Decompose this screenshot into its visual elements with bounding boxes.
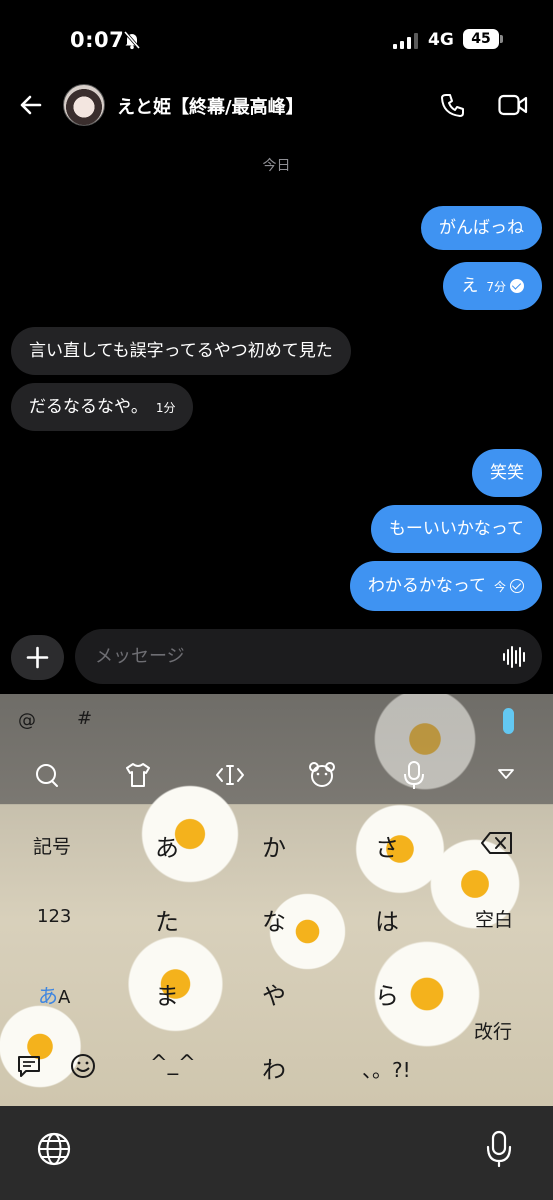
microphone-icon[interactable]	[404, 760, 424, 790]
kana-na-key[interactable]: な	[262, 902, 286, 937]
dictation-microphone-icon[interactable]	[486, 1130, 512, 1168]
message-text: 言い直しても誤字ってるやつ初めて見た	[29, 341, 333, 361]
sent-check-icon	[510, 579, 524, 593]
kana-ka-key[interactable]: か	[262, 828, 286, 863]
cellular-signal-icon	[393, 33, 418, 49]
kana-ta-key[interactable]: た	[155, 902, 179, 937]
punctuation-key[interactable]: 、。?!	[362, 1054, 411, 1083]
kana-ha-key[interactable]: は	[375, 902, 399, 937]
message-bubble-outgoing[interactable]: 笑笑	[472, 449, 542, 497]
message-bubble-outgoing[interactable]: わかるかなって今	[349, 561, 542, 611]
chat-bubble-icon[interactable]	[16, 1054, 42, 1078]
status-time: 0:07	[70, 28, 125, 52]
message-bubble-incoming[interactable]: 言い直しても誤字ってるやつ初めて見た	[11, 327, 351, 375]
search-chat-icon[interactable]	[34, 762, 60, 788]
message-text: わかるかなって	[367, 576, 486, 596]
message-text: 笑笑	[490, 463, 524, 483]
message-bubble-outgoing[interactable]: がんばっね	[421, 206, 542, 250]
bell-muted-icon	[123, 31, 141, 50]
message-text: がんばっね	[439, 218, 524, 238]
kana-alpha-toggle-key[interactable]: あA	[38, 980, 70, 1009]
bear-sticker-icon[interactable]	[308, 760, 336, 788]
kana-a-key[interactable]: あ	[155, 828, 179, 863]
battery-indicator: 45	[463, 29, 499, 49]
daisy-decoration	[130, 779, 250, 889]
kana-label: あ	[38, 984, 58, 1008]
kana-ya-key[interactable]: や	[262, 976, 286, 1011]
plus-icon	[26, 646, 49, 669]
message-bubble-outgoing[interactable]: え 7分	[443, 262, 542, 310]
message-bubble-incoming[interactable]: だるなるなや。 1分	[11, 383, 194, 431]
keyboard: @ # 記号 あ か さ 123 た な は 空白 あA ま や ら 改行 ^_…	[0, 694, 553, 1106]
message-input[interactable]	[75, 629, 542, 684]
network-type: 4G	[428, 30, 454, 50]
kana-sa-key[interactable]: さ	[375, 828, 399, 863]
enter-key[interactable]: 改行	[474, 1017, 512, 1044]
collapse-keyboard-icon[interactable]	[497, 768, 515, 780]
battery-cap	[500, 35, 503, 43]
kana-wa-key[interactable]: わ	[262, 1050, 286, 1085]
at-key[interactable]: @	[18, 710, 36, 731]
kana-ma-key[interactable]: ま	[155, 976, 179, 1011]
emoji-icon[interactable]	[70, 1053, 96, 1079]
message-time: 今	[493, 580, 506, 594]
shirt-theme-icon[interactable]	[124, 762, 152, 788]
hash-key[interactable]: #	[77, 708, 92, 729]
message-time: 7分	[486, 280, 506, 294]
cursor-move-icon[interactable]	[215, 762, 245, 788]
symbols-key[interactable]: 記号	[33, 832, 71, 859]
phone-call-icon[interactable]	[440, 92, 466, 118]
message-text: もーいいかなって	[388, 519, 524, 539]
message-bubble-outgoing[interactable]: もーいいかなって	[370, 505, 542, 553]
space-key[interactable]: 空白	[475, 905, 513, 932]
read-check-icon	[510, 279, 524, 293]
add-attachment-button[interactable]	[11, 635, 64, 680]
contact-name[interactable]: えと姫【終幕/最高峰】	[117, 93, 304, 119]
video-call-icon[interactable]	[498, 93, 528, 117]
backspace-icon[interactable]	[480, 830, 514, 856]
input-mode-indicator	[503, 708, 514, 734]
voice-waveform-icon[interactable]	[502, 645, 528, 669]
numbers-key[interactable]: 123	[37, 906, 71, 927]
kana-ra-key[interactable]: ら	[375, 976, 399, 1011]
message-time: 1分	[155, 401, 176, 415]
avatar[interactable]	[63, 84, 105, 126]
message-text: だるなるなや。	[29, 397, 148, 417]
keyboard-bottom-bar	[0, 1106, 553, 1200]
date-separator: 今日	[262, 158, 291, 174]
message-text: え	[461, 276, 479, 296]
back-arrow-icon[interactable]	[18, 92, 44, 118]
globe-icon[interactable]	[36, 1131, 72, 1167]
daisy-decoration	[0, 999, 90, 1094]
alpha-label: A	[58, 987, 71, 1008]
kaomoji-key[interactable]: ^_^	[150, 1051, 196, 1075]
